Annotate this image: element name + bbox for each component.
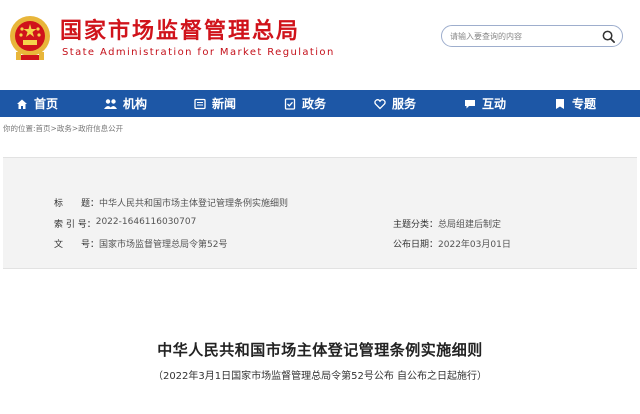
nav-label-home: 首页 <box>34 97 59 111</box>
search-input[interactable] <box>450 29 600 44</box>
interact-icon <box>465 99 475 108</box>
info-title-row: 标 题： 中华人民共和国市场主体登记管理条例实施细则 <box>54 196 288 209</box>
info-category-row: 主题分类： 总局组建后制定 <box>393 217 501 230</box>
info-doc-value: 国家市场监督管理总局令第52号 <box>99 240 228 250</box>
breadcrumb-prefix: 你的位置: <box>3 124 36 133</box>
org-icon <box>104 98 117 109</box>
nav-label-interact: 互动 <box>482 97 507 111</box>
site-title-en: State Administration for Market Regulati… <box>62 47 335 58</box>
info-doc-number-row: 文 号： 国家市场监督管理总局令第52号 <box>54 237 227 250</box>
nav-item-service[interactable]: 服务 <box>374 90 416 117</box>
info-title-label: 标 题： <box>54 199 100 209</box>
national-emblem-logo[interactable] <box>8 12 52 62</box>
info-index-value: 2022-1646116030707 <box>95 217 197 227</box>
main-nav: 首页 机构 新闻 政务 服务 互动 专题 <box>0 90 640 117</box>
article-title: 中华人民共和国市场主体登记管理条例实施细则 <box>157 341 483 359</box>
info-index-row: 索 引 号： 2022-1646116030707 <box>54 217 196 230</box>
affairs-icon <box>284 97 296 110</box>
info-index-label: 索 引 号： <box>54 220 96 230</box>
info-doc-label: 文 号： <box>54 240 100 250</box>
site-header: 国家市场监督管理总局 State Administration for Mark… <box>0 0 640 90</box>
nav-label-affairs: 政务 <box>302 97 327 111</box>
nav-item-topic[interactable]: 专题 <box>554 90 596 117</box>
search-box <box>441 25 623 47</box>
nav-item-affairs[interactable]: 政务 <box>284 90 326 117</box>
document-info-panel: 标 题： 中华人民共和国市场主体登记管理条例实施细则 索 引 号： 2022-1… <box>3 157 637 269</box>
home-icon <box>17 99 27 109</box>
info-category-label: 主题分类： <box>393 220 439 230</box>
info-title-value: 中华人民共和国市场主体登记管理条例实施细则 <box>99 199 289 209</box>
breadcrumb: 你的位置:首页>政务>政府信息公开 <box>3 123 123 134</box>
nav-item-news[interactable]: 新闻 <box>194 90 236 117</box>
info-category-value: 总局组建后制定 <box>438 220 502 230</box>
nav-label-news: 新闻 <box>212 97 237 111</box>
site-title-cn[interactable]: 国家市场监督管理总局 <box>60 13 300 45</box>
nav-item-home[interactable]: 首页 <box>16 90 58 117</box>
info-date-value: 2022年03月01日 <box>438 240 511 250</box>
nav-item-interact[interactable]: 互动 <box>464 90 506 117</box>
info-date-label: 公布日期： <box>393 240 439 250</box>
nav-label-org: 机构 <box>123 97 148 111</box>
breadcrumb-item-affairs[interactable]: 政务 <box>57 124 72 133</box>
nav-label-topic: 专题 <box>572 97 597 111</box>
nav-label-service: 服务 <box>392 97 417 111</box>
article-subtitle: （2022年3月1日国家市场监督管理总局令第52号公布 自公布之日起施行） <box>152 371 488 382</box>
breadcrumb-item-disclosure[interactable]: 政府信息公开 <box>78 124 123 133</box>
nav-item-org[interactable]: 机构 <box>104 90 147 117</box>
search-icon[interactable] <box>601 29 616 44</box>
news-icon <box>194 98 206 109</box>
info-date-row: 公布日期： 2022年03月01日 <box>393 237 511 250</box>
breadcrumb-item-home[interactable]: 首页 <box>36 124 51 133</box>
topic-icon <box>556 98 564 109</box>
service-icon <box>374 98 386 109</box>
